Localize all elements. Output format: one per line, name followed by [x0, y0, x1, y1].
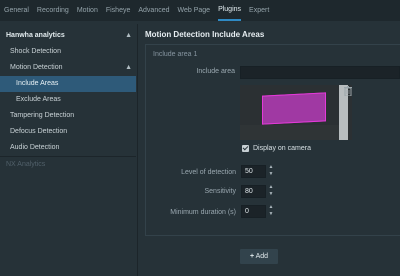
tab-fisheye[interactable]: Fisheye: [106, 0, 131, 21]
tab-plugins[interactable]: Plugins: [218, 0, 242, 21]
tab-motion[interactable]: Motion: [77, 0, 98, 21]
sidebar-item-label: Exclude Areas: [16, 96, 61, 103]
plus-icon: +: [249, 253, 255, 260]
area-preview-image[interactable]: [240, 85, 352, 140]
sensitivity-stepper[interactable]: ▲ ▼: [267, 184, 275, 198]
sidebar-item-shock-detection[interactable]: Shock Detection: [0, 44, 136, 60]
tab-general[interactable]: General: [4, 0, 29, 21]
include-area-label: Include area: [196, 68, 235, 75]
display-on-camera-checkbox[interactable]: [242, 145, 249, 152]
add-button-label: Add: [255, 253, 269, 260]
minimum-duration-stepper[interactable]: ▲ ▼: [267, 204, 275, 218]
chevron-up-icon: ▲: [125, 64, 132, 71]
tab-advanced[interactable]: Advanced: [138, 0, 169, 21]
sensitivity-field[interactable]: 80: [241, 185, 266, 198]
panel-title: Motion Detection Include Areas: [145, 30, 265, 39]
sidebar-item-motion-detection[interactable]: Motion Detection ▲: [0, 60, 136, 76]
display-on-camera-label: Display on camera: [253, 145, 311, 152]
preview-floor: [240, 125, 344, 140]
sidebar-item-label: Shock Detection: [10, 48, 61, 55]
sidebar-item-exclude-areas[interactable]: Exclude Areas: [0, 92, 136, 108]
minimum-duration-label: Minimum duration (s): [170, 209, 236, 216]
sidebar-item-label: Audio Detection: [10, 144, 60, 151]
sidebar-item-label: Motion Detection: [10, 64, 63, 71]
tab-expert[interactable]: Expert: [249, 0, 269, 21]
sidebar-item-label: Defocus Detection: [10, 128, 68, 135]
sidebar-item-nx-analytics[interactable]: NX Analytics: [0, 157, 136, 173]
add-button[interactable]: + Add: [240, 249, 278, 264]
level-of-detection-stepper[interactable]: ▲ ▼: [267, 164, 275, 178]
sidebar-item-label: NX Analytics: [6, 161, 46, 168]
tab-web-page[interactable]: Web Page: [178, 0, 211, 21]
chevron-up-icon: ▲: [125, 32, 132, 39]
trash-icon[interactable]: [344, 86, 352, 96]
sidebar-item-label: Include Areas: [16, 80, 59, 87]
sidebar-item-tampering-detection[interactable]: Tampering Detection: [0, 108, 136, 124]
group-title: Include area 1: [153, 51, 198, 58]
level-of-detection-label: Level of detection: [181, 169, 236, 176]
include-area-field[interactable]: [240, 66, 400, 79]
tab-bar: General Recording Motion Fisheye Advance…: [0, 0, 400, 21]
tab-recording[interactable]: Recording: [37, 0, 69, 21]
sidebar-item-defocus-detection[interactable]: Defocus Detection: [0, 124, 136, 140]
level-of-detection-field[interactable]: 50: [241, 165, 266, 178]
panel-divider: [137, 24, 138, 276]
sidebar-item-audio-detection[interactable]: Audio Detection: [0, 140, 136, 156]
sensitivity-label: Sensitivity: [204, 188, 236, 195]
minimum-duration-field[interactable]: 0: [241, 205, 266, 218]
sidebar-item-include-areas[interactable]: Include Areas: [0, 76, 136, 92]
sidebar-item-label: Hanwha analytics: [6, 32, 65, 39]
include-area-shape[interactable]: [262, 92, 326, 125]
sidebar-item-label: Tampering Detection: [10, 112, 75, 119]
plugin-sidebar: Hanwha analytics ▲ Shock Detection Motio…: [0, 28, 136, 276]
sidebar-item-hanwha-analytics[interactable]: Hanwha analytics ▲: [0, 28, 136, 44]
